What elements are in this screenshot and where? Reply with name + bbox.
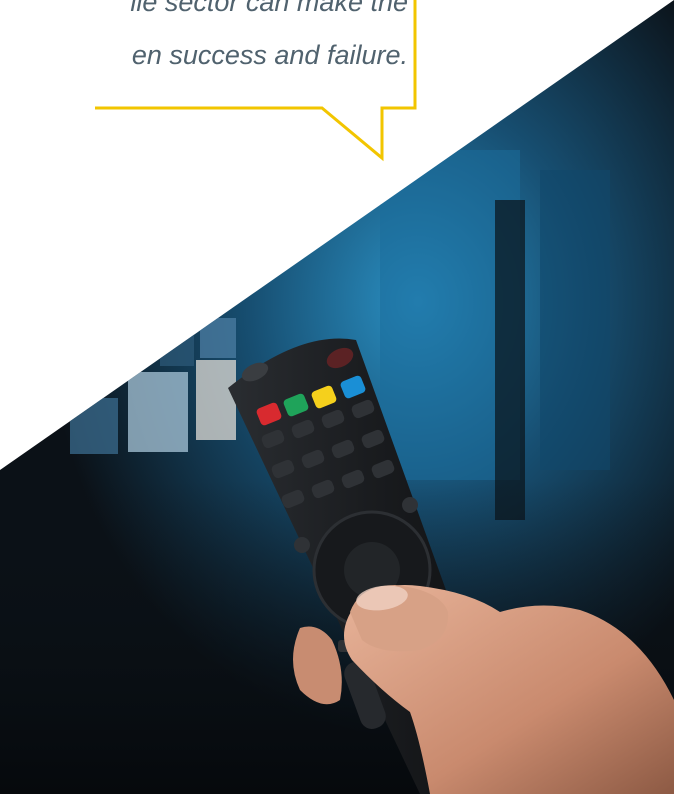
thumbnail — [160, 326, 194, 366]
thumbnail — [128, 372, 188, 452]
remote-button-back — [294, 537, 310, 553]
thumbnail — [70, 398, 118, 454]
screen-side-panel — [540, 170, 610, 470]
remote-button-return — [402, 497, 418, 513]
thumbnail — [200, 318, 236, 358]
thumbnail — [196, 360, 236, 440]
screen-thumbnails — [70, 318, 236, 454]
screen-bezel — [495, 200, 525, 520]
photo-hand-holding-tv-remote — [0, 0, 674, 794]
promo-image-panel: ile sector can make the en success and f… — [0, 0, 674, 794]
